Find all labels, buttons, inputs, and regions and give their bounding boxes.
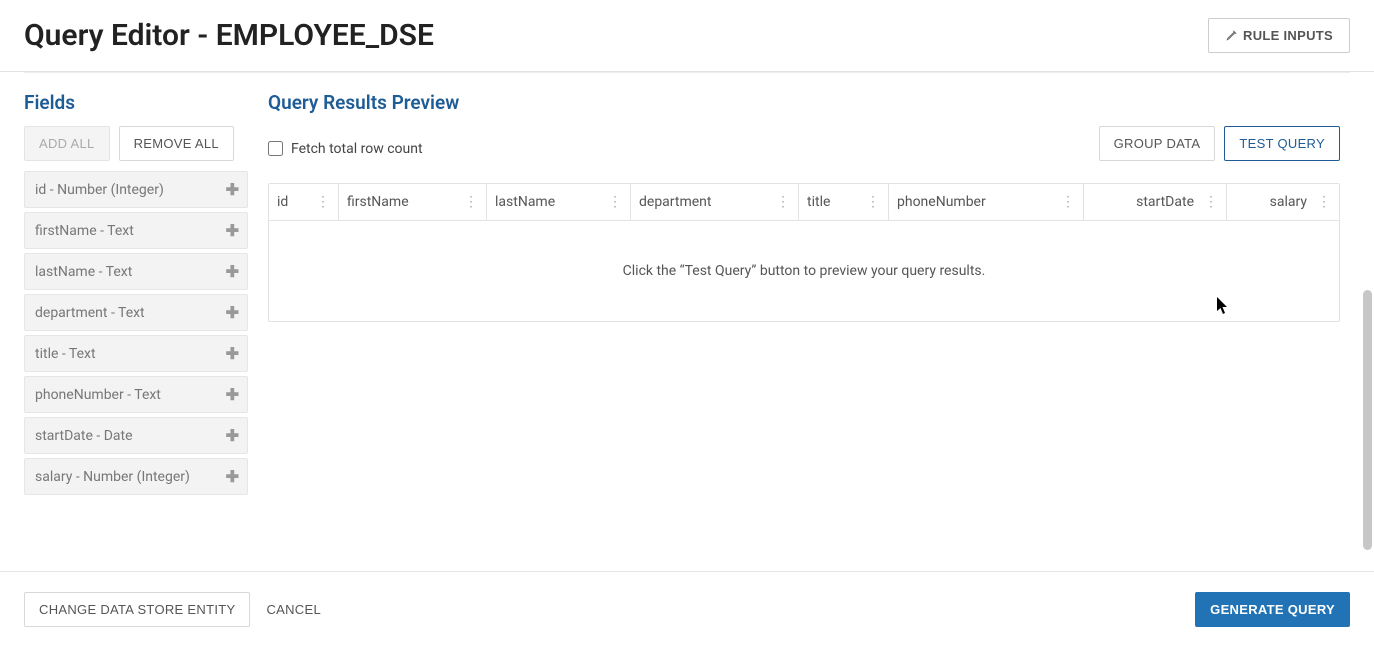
column-header-label: id xyxy=(277,194,288,210)
field-item-label: lastName - Text xyxy=(35,264,132,280)
results-table: id⋮firstName⋮lastName⋮department⋮title⋮p… xyxy=(268,183,1340,322)
column-menu-icon[interactable]: ⋮ xyxy=(1204,194,1218,210)
column-header-label: phoneNumber xyxy=(897,194,986,210)
field-item[interactable]: phoneNumber - Text ✚ xyxy=(24,376,248,413)
column-header-label: department xyxy=(639,194,711,210)
generate-query-button[interactable]: GENERATE QUERY xyxy=(1195,592,1350,627)
column-menu-icon[interactable]: ⋮ xyxy=(866,194,880,210)
field-item-label: startDate - Date xyxy=(35,428,133,444)
results-toolbar: Fetch total row count GROUP DATA TEST QU… xyxy=(268,126,1340,171)
column-header-label: startDate xyxy=(1136,194,1194,210)
column-menu-icon[interactable]: ⋮ xyxy=(608,194,622,210)
column-header[interactable]: department ⋮ xyxy=(631,184,799,220)
vertical-scrollbar[interactable] xyxy=(1363,90,1372,550)
fields-button-row: ADD ALL REMOVE ALL xyxy=(24,126,248,161)
plus-icon[interactable]: ✚ xyxy=(226,426,239,445)
column-header[interactable]: title ⋮ xyxy=(799,184,889,220)
field-item[interactable]: salary - Number (Integer) ✚ xyxy=(24,458,248,495)
fetch-row-count-label[interactable]: Fetch total row count xyxy=(268,141,423,157)
plus-icon[interactable]: ✚ xyxy=(226,303,239,322)
fetch-row-count-text: Fetch total row count xyxy=(291,141,423,157)
field-item[interactable]: lastName - Text ✚ xyxy=(24,253,248,290)
change-data-store-entity-button[interactable]: CHANGE DATA STORE ENTITY xyxy=(24,592,250,627)
field-item-label: salary - Number (Integer) xyxy=(35,469,190,485)
test-query-button[interactable]: TEST QUERY xyxy=(1224,126,1340,161)
page-title: Query Editor - EMPLOYEE_DSE xyxy=(24,18,434,53)
results-button-row: GROUP DATA TEST QUERY xyxy=(1099,126,1340,161)
column-menu-icon[interactable]: ⋮ xyxy=(1061,194,1075,210)
results-panel: Query Results Preview Fetch total row co… xyxy=(248,73,1374,573)
column-menu-icon[interactable]: ⋮ xyxy=(1317,194,1331,210)
column-header[interactable]: startDate ⋮ xyxy=(1084,184,1227,220)
field-item-label: id - Number (Integer) xyxy=(35,182,164,198)
plus-icon[interactable]: ✚ xyxy=(226,180,239,199)
column-header-label: lastName xyxy=(495,194,555,210)
rule-inputs-label: RULE INPUTS xyxy=(1243,28,1333,43)
fields-sidebar: Fields ADD ALL REMOVE ALL id - Number (I… xyxy=(0,73,248,573)
group-data-button[interactable]: GROUP DATA xyxy=(1099,126,1216,161)
field-item-label: title - Text xyxy=(35,346,96,362)
cancel-button[interactable]: CANCEL xyxy=(266,602,321,617)
column-header-label: title xyxy=(807,194,830,210)
field-list: id - Number (Integer)✚firstName - Text✚l… xyxy=(24,171,248,495)
plus-icon[interactable]: ✚ xyxy=(226,221,239,240)
footer-left: CHANGE DATA STORE ENTITY CANCEL xyxy=(24,592,321,627)
column-header[interactable]: firstName ⋮ xyxy=(339,184,487,220)
column-header[interactable]: salary ⋮ xyxy=(1227,184,1339,220)
remove-all-button[interactable]: REMOVE ALL xyxy=(119,126,234,161)
column-header-label: firstName xyxy=(347,194,409,210)
column-header[interactable]: lastName ⋮ xyxy=(487,184,631,220)
plus-icon[interactable]: ✚ xyxy=(226,262,239,281)
column-header[interactable]: id ⋮ xyxy=(269,184,339,220)
column-header[interactable]: phoneNumber ⋮ xyxy=(889,184,1084,220)
fields-title: Fields xyxy=(24,91,248,114)
plus-icon[interactable]: ✚ xyxy=(226,385,239,404)
add-all-button[interactable]: ADD ALL xyxy=(24,126,110,161)
field-item[interactable]: id - Number (Integer) ✚ xyxy=(24,171,248,208)
column-menu-icon[interactable]: ⋮ xyxy=(776,194,790,210)
field-item[interactable]: department - Text ✚ xyxy=(24,294,248,331)
column-menu-icon[interactable]: ⋮ xyxy=(316,194,330,210)
page-footer: CHANGE DATA STORE ENTITY CANCEL GENERATE… xyxy=(0,571,1374,647)
rule-inputs-button[interactable]: RULE INPUTS xyxy=(1208,18,1350,53)
scrollbar-thumb[interactable] xyxy=(1363,290,1372,550)
field-item[interactable]: firstName - Text ✚ xyxy=(24,212,248,249)
field-item-label: department - Text xyxy=(35,305,145,321)
plus-icon[interactable]: ✚ xyxy=(226,467,239,486)
fetch-row-count-checkbox[interactable] xyxy=(268,141,283,156)
page-header: Query Editor - EMPLOYEE_DSE RULE INPUTS xyxy=(0,0,1374,72)
table-header-row: id⋮firstName⋮lastName⋮department⋮title⋮p… xyxy=(269,184,1339,221)
field-item[interactable]: startDate - Date ✚ xyxy=(24,417,248,454)
column-header-label: salary xyxy=(1270,194,1307,210)
field-item[interactable]: title - Text ✚ xyxy=(24,335,248,372)
column-menu-icon[interactable]: ⋮ xyxy=(464,194,478,210)
plus-icon[interactable]: ✚ xyxy=(226,344,239,363)
results-empty-message: Click the “Test Query” button to preview… xyxy=(269,221,1339,321)
field-item-label: firstName - Text xyxy=(35,223,134,239)
pencil-icon xyxy=(1225,30,1237,42)
results-title: Query Results Preview xyxy=(268,91,1340,114)
field-item-label: phoneNumber - Text xyxy=(35,387,161,403)
content-area: Fields ADD ALL REMOVE ALL id - Number (I… xyxy=(0,73,1374,573)
